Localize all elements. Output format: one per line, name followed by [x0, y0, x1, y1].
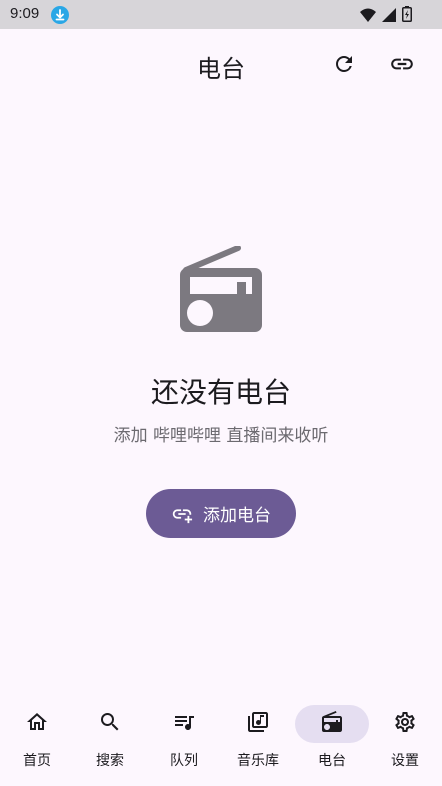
empty-subtitle: 添加 哔哩哔哩 直播间来收听: [113, 426, 329, 446]
top-app-bar: 电台: [0, 29, 442, 99]
nav-label: 音乐库: [237, 753, 279, 769]
gear-icon: [395, 712, 415, 732]
nav-item-library[interactable]: 音乐库: [221, 696, 295, 786]
page-title: 电台: [197, 55, 245, 83]
nav-label: 队列: [170, 753, 198, 769]
search-icon: [101, 713, 119, 731]
add-station-button[interactable]: 添加电台: [146, 489, 296, 538]
link-icon: [391, 58, 413, 70]
wifi-icon: [360, 7, 376, 26]
nav-label: 电台: [318, 753, 346, 769]
nav-item-settings[interactable]: 设置: [368, 696, 442, 786]
library-icon: [248, 712, 268, 732]
battery-icon: [402, 6, 412, 26]
nav-item-queue[interactable]: 队列: [147, 696, 221, 786]
refresh-button[interactable]: [324, 44, 364, 84]
home-icon: [27, 713, 47, 730]
signal-icon: [382, 7, 396, 26]
bottom-navigation: 首页 搜索 队列 音乐库 电台 设置: [0, 696, 442, 786]
nav-item-radio[interactable]: 电台: [295, 696, 369, 786]
status-time: 9:09: [10, 5, 40, 22]
add-link-icon: [172, 508, 193, 523]
add-station-label: 添加电台: [203, 506, 271, 526]
queue-icon: [175, 716, 194, 730]
empty-title: 还没有电台: [150, 376, 291, 409]
nav-label: 设置: [391, 753, 419, 769]
link-button[interactable]: [382, 44, 422, 84]
nav-item-search[interactable]: 搜索: [73, 696, 147, 786]
status-bar: 9:09: [0, 0, 442, 29]
refresh-icon: [336, 56, 352, 72]
download-notification-icon: [51, 6, 69, 24]
nav-label: 搜索: [96, 753, 124, 769]
radio-icon: [180, 245, 264, 334]
nav-label: 首页: [23, 753, 51, 769]
radio-icon: [322, 711, 342, 732]
nav-item-home[interactable]: 首页: [0, 696, 74, 786]
